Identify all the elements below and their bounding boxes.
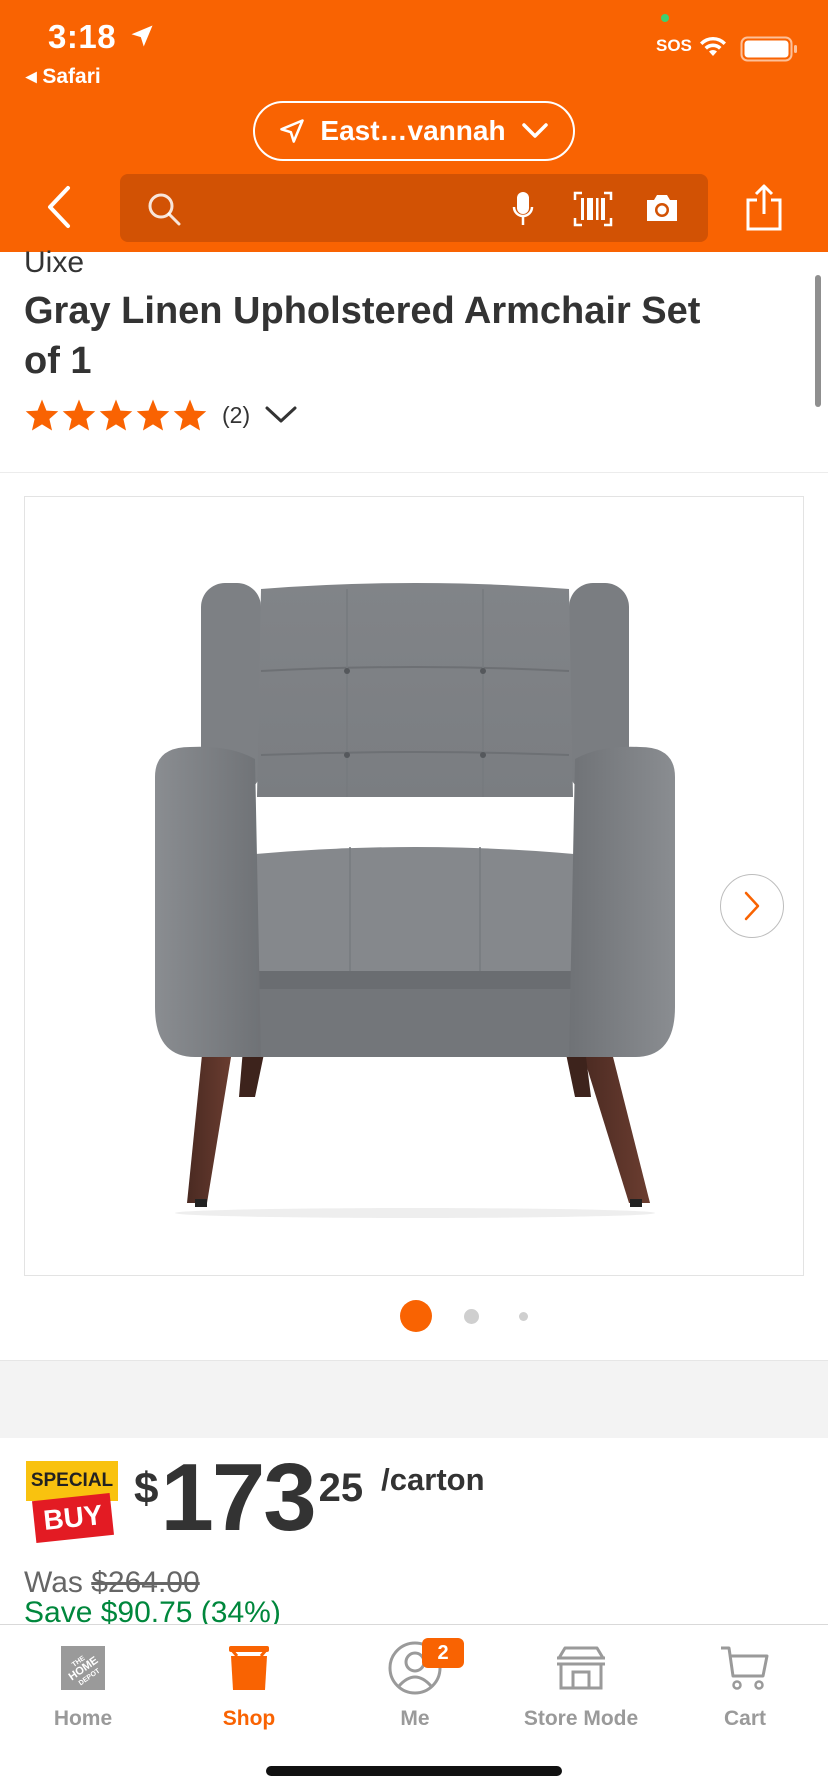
tab-shop[interactable]: Shop (166, 1637, 332, 1731)
location-arrow-icon (131, 25, 153, 47)
price-currency: $ (134, 1464, 159, 1513)
section-divider (0, 1360, 828, 1438)
chevron-down-icon (521, 123, 548, 138)
tab-store-mode[interactable]: Store Mode (498, 1637, 664, 1731)
store-name: East…vannah (320, 115, 506, 146)
home-indicator[interactable] (266, 1766, 562, 1776)
was-label: Was (24, 1566, 92, 1599)
share-icon[interactable] (744, 184, 784, 232)
pagination-dot-active[interactable] (400, 1300, 432, 1332)
special-buy-bottom: BUY (32, 1493, 114, 1543)
star-icon (136, 399, 170, 431)
privacy-indicator-dot (661, 14, 669, 22)
navigation-arrow-icon (280, 119, 305, 143)
back-chevron-icon[interactable] (44, 184, 74, 230)
shop-bag-icon (229, 1646, 269, 1690)
cart-icon (721, 1646, 769, 1690)
pagination-dot[interactable] (519, 1312, 528, 1321)
star-icon (25, 399, 59, 431)
home-depot-logo-icon: THE HOME DEPOT (61, 1646, 105, 1690)
tab-label-shop: Shop (222, 1707, 276, 1730)
product-price: $ 173 25 /carton (134, 1450, 485, 1546)
star-icon (62, 399, 96, 431)
sos-indicator: SOS (656, 36, 692, 55)
scroll-indicator (815, 275, 821, 407)
search-input[interactable] (120, 174, 708, 242)
tab-label-home: Home (53, 1707, 113, 1730)
price-dollars: 173 (160, 1444, 316, 1551)
chevron-right-icon (744, 891, 760, 921)
original-price: $264.00 (91, 1566, 200, 1599)
image-pagination (0, 1300, 828, 1334)
star-icon (99, 399, 133, 431)
app-header: 3:18 ◂ Safari SOS East…vannah (0, 0, 828, 252)
pagination-dot[interactable] (464, 1309, 479, 1324)
tab-label-store-mode: Store Mode (523, 1707, 639, 1730)
divider (0, 472, 828, 473)
camera-icon[interactable] (644, 191, 680, 225)
status-time: 3:18 (48, 18, 117, 55)
was-price: Was $264.00 (24, 1566, 200, 1600)
chevron-down-icon[interactable] (264, 404, 298, 426)
price-cents: 25 (318, 1466, 364, 1510)
armchair-product-image (155, 583, 675, 1218)
search-icon (148, 193, 181, 226)
star-icon (173, 399, 207, 431)
next-image-button[interactable] (720, 874, 784, 938)
microphone-icon[interactable] (512, 191, 534, 227)
star-rating (24, 398, 208, 432)
store-selector-button[interactable]: East…vannah (253, 101, 575, 161)
product-brand[interactable]: Uixe (24, 246, 84, 280)
product-title: Gray Linen Upholstered Armchair Set of 1 (24, 290, 701, 382)
barcode-scan-icon[interactable] (573, 191, 613, 227)
battery-icon (740, 36, 797, 62)
notification-badge: 2 (422, 1638, 464, 1668)
savings-text: Save $90.75 (34%) (24, 1596, 281, 1624)
rating-summary[interactable]: (2) (24, 398, 298, 432)
price-unit: /carton (381, 1462, 485, 1497)
tab-label-cart: Cart (723, 1707, 766, 1730)
back-to-safari-link[interactable]: ◂ Safari (26, 64, 101, 89)
review-count: (2) (222, 401, 251, 428)
tab-me[interactable]: 2 Me (332, 1637, 498, 1731)
product-image-carousel[interactable] (24, 496, 804, 1276)
tab-cart[interactable]: Cart (662, 1637, 828, 1731)
tab-home[interactable]: THE HOME DEPOT Home (0, 1637, 166, 1731)
store-icon (557, 1646, 605, 1690)
wifi-icon (700, 36, 726, 56)
tab-label-me: Me (400, 1707, 430, 1730)
